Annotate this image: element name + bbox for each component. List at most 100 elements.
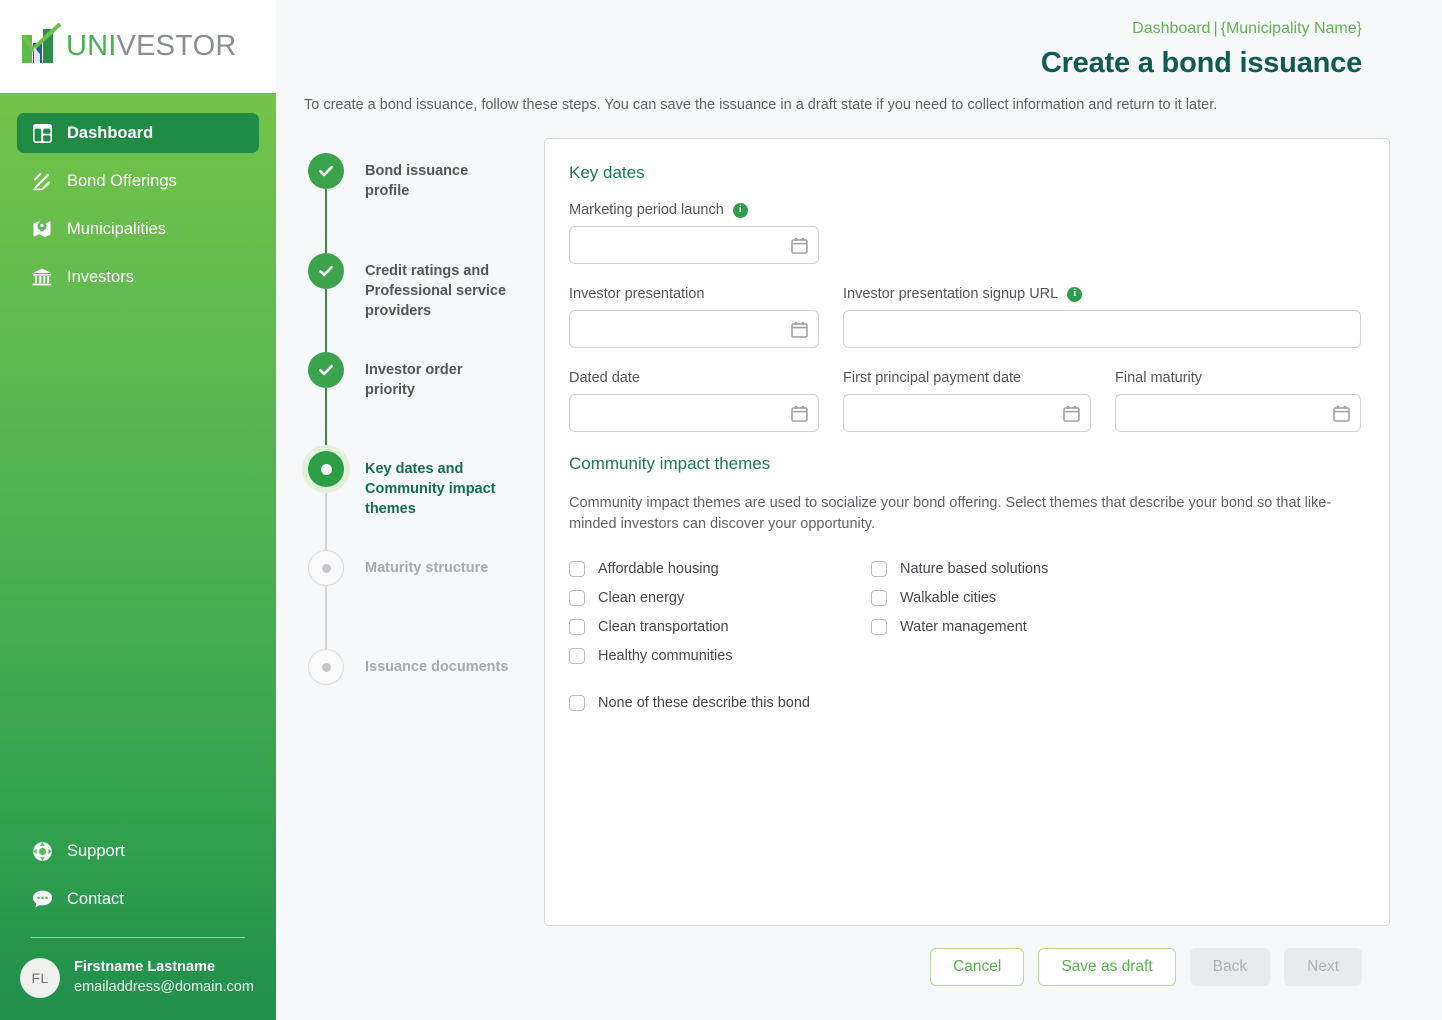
- breadcrumb-home[interactable]: Dashboard: [1132, 20, 1210, 37]
- checkbox-box[interactable]: [871, 561, 887, 577]
- step-rail: [304, 153, 348, 253]
- user-name: Firstname Lastname: [74, 958, 254, 978]
- field-label-text: Marketing period launch: [569, 202, 724, 218]
- form-row-dates: Dated date First principal payment date: [569, 370, 1361, 432]
- step-credit-ratings[interactable]: Credit ratings and Professional service …: [304, 253, 546, 352]
- checkbox-label: Walkable cities: [900, 590, 996, 606]
- marketing-period-launch-input[interactable]: [569, 226, 819, 264]
- user-profile[interactable]: FL Firstname Lastname emailaddress@domai…: [0, 938, 276, 1020]
- step-bond-issuance-profile[interactable]: Bond issuance profile: [304, 153, 546, 253]
- user-email: emailaddress@domain.com: [74, 978, 254, 998]
- final-maturity-input[interactable]: [1115, 394, 1361, 432]
- info-icon[interactable]: i: [1067, 287, 1082, 302]
- sidebar-item-investors[interactable]: Investors: [17, 257, 259, 297]
- main-content: Dashboard|{Municipality Name} Create a b…: [276, 0, 1442, 1020]
- page-intro-text: To create a bond issuance, follow these …: [304, 95, 1442, 116]
- investor-presentation-input[interactable]: [569, 310, 819, 348]
- checkbox-box[interactable]: [569, 648, 585, 664]
- sidebar-item-support[interactable]: Support: [17, 831, 259, 871]
- checkbox-box[interactable]: [569, 619, 585, 635]
- breadcrumb-current: {Municipality Name}: [1221, 20, 1362, 37]
- brand-name-vestor: VESTOR: [117, 30, 237, 62]
- themes-column-left: Affordable housing Clean energy Clean tr…: [569, 561, 871, 677]
- field-label-text: Final maturity: [1115, 370, 1202, 386]
- dated-date-input[interactable]: [569, 394, 819, 432]
- checkbox-nature-based-solutions[interactable]: Nature based solutions: [871, 561, 1173, 577]
- checkbox-box[interactable]: [569, 695, 585, 711]
- step-bullet-todo: [308, 550, 344, 586]
- bank-building-icon: [31, 266, 53, 288]
- investor-presentation-signup-url-input[interactable]: [843, 310, 1361, 348]
- step-label: Maturity structure: [365, 550, 488, 649]
- life-ring-icon: [31, 840, 53, 862]
- checkbox-clean-transportation[interactable]: Clean transportation: [569, 619, 871, 635]
- field-label: Investor presentation: [569, 286, 819, 302]
- app-root: UNIVESTOR Dashboard Bond Offerings M: [0, 0, 1442, 1020]
- next-button[interactable]: Next: [1284, 948, 1362, 986]
- step-bullet-done: [308, 153, 344, 189]
- calendar-icon[interactable]: [790, 320, 808, 338]
- calendar-icon[interactable]: [1062, 404, 1080, 422]
- calendar-icon[interactable]: [1332, 404, 1350, 422]
- step-connector: [325, 487, 327, 550]
- back-button[interactable]: Back: [1190, 948, 1270, 986]
- field-investor-presentation: Investor presentation: [569, 286, 819, 348]
- field-first-principal-payment-date: First principal payment date: [843, 370, 1091, 432]
- save-as-draft-button[interactable]: Save as draft: [1038, 948, 1175, 986]
- wizard-stepper: Bond issuance profile Credit ratings and…: [304, 138, 546, 926]
- checkbox-none-of-these[interactable]: None of these describe this bond: [569, 695, 1361, 711]
- checkbox-healthy-communities[interactable]: Healthy communities: [569, 648, 871, 664]
- form-card: Key dates Marketing period launch i: [544, 138, 1390, 926]
- step-rail: [304, 451, 348, 550]
- field-label-text: Dated date: [569, 370, 640, 386]
- sidebar-item-dashboard[interactable]: Dashboard: [17, 113, 259, 153]
- sidebar-item-bond-offerings[interactable]: Bond Offerings: [17, 161, 259, 201]
- step-investor-order-priority[interactable]: Investor order priority: [304, 352, 546, 451]
- first-principal-payment-date-input[interactable]: [843, 394, 1091, 432]
- themes-column-right: Nature based solutions Walkable cities W…: [871, 561, 1173, 677]
- step-bullet-done: [308, 352, 344, 388]
- checkbox-box[interactable]: [871, 619, 887, 635]
- step-connector: [325, 388, 327, 451]
- sidebar-item-label: Dashboard: [67, 124, 153, 143]
- cancel-button[interactable]: Cancel: [930, 948, 1024, 986]
- sidebar-item-contact[interactable]: Contact: [17, 879, 259, 919]
- wizard-footer: Cancel Save as draft Back Next: [276, 926, 1442, 986]
- step-label: Bond issuance profile: [365, 153, 515, 253]
- dashboard-layout-icon: [31, 122, 53, 144]
- checkbox-box[interactable]: [569, 561, 585, 577]
- sidebar-spacer: [0, 305, 276, 831]
- checkbox-box[interactable]: [569, 590, 585, 606]
- checkbox-clean-energy[interactable]: Clean energy: [569, 590, 871, 606]
- check-icon: [317, 162, 335, 180]
- page-title: Create a bond issuance: [276, 46, 1362, 81]
- sidebar-item-municipalities[interactable]: Municipalities: [17, 209, 259, 249]
- field-label: Investor presentation signup URL i: [843, 286, 1361, 302]
- checkbox-label: Water management: [900, 619, 1027, 635]
- step-issuance-documents[interactable]: Issuance documents: [304, 649, 546, 685]
- section-description: Community impact themes are used to soci…: [569, 493, 1339, 535]
- checkbox-water-management[interactable]: Water management: [871, 619, 1173, 635]
- step-label: Credit ratings and Professional service …: [365, 253, 515, 352]
- section-title-community-impact-themes: Community impact themes: [569, 454, 1361, 474]
- calendar-icon[interactable]: [790, 404, 808, 422]
- checkbox-label: None of these describe this bond: [598, 695, 810, 711]
- sidebar-item-label: Investors: [67, 268, 134, 287]
- step-key-dates-community-impact[interactable]: Key dates and Community impact themes: [304, 451, 546, 550]
- checkbox-walkable-cities[interactable]: Walkable cities: [871, 590, 1173, 606]
- step-bullet-current: [308, 451, 344, 487]
- checkbox-label: Clean transportation: [598, 619, 729, 635]
- sidebar-item-label: Contact: [67, 890, 124, 909]
- checkbox-affordable-housing[interactable]: Affordable housing: [569, 561, 871, 577]
- field-label-text: First principal payment date: [843, 370, 1021, 386]
- field-label: Marketing period launch i: [569, 202, 819, 218]
- calendar-icon[interactable]: [790, 236, 808, 254]
- checkbox-box[interactable]: [871, 590, 887, 606]
- info-icon[interactable]: i: [733, 203, 748, 218]
- munivestor-bar-chart-m-logo-icon: [20, 23, 66, 70]
- field-label: Dated date: [569, 370, 819, 386]
- step-maturity-structure[interactable]: Maturity structure: [304, 550, 546, 649]
- avatar: FL: [20, 958, 60, 998]
- breadcrumb-separator: |: [1210, 20, 1220, 37]
- logo-area[interactable]: UNIVESTOR: [0, 0, 276, 93]
